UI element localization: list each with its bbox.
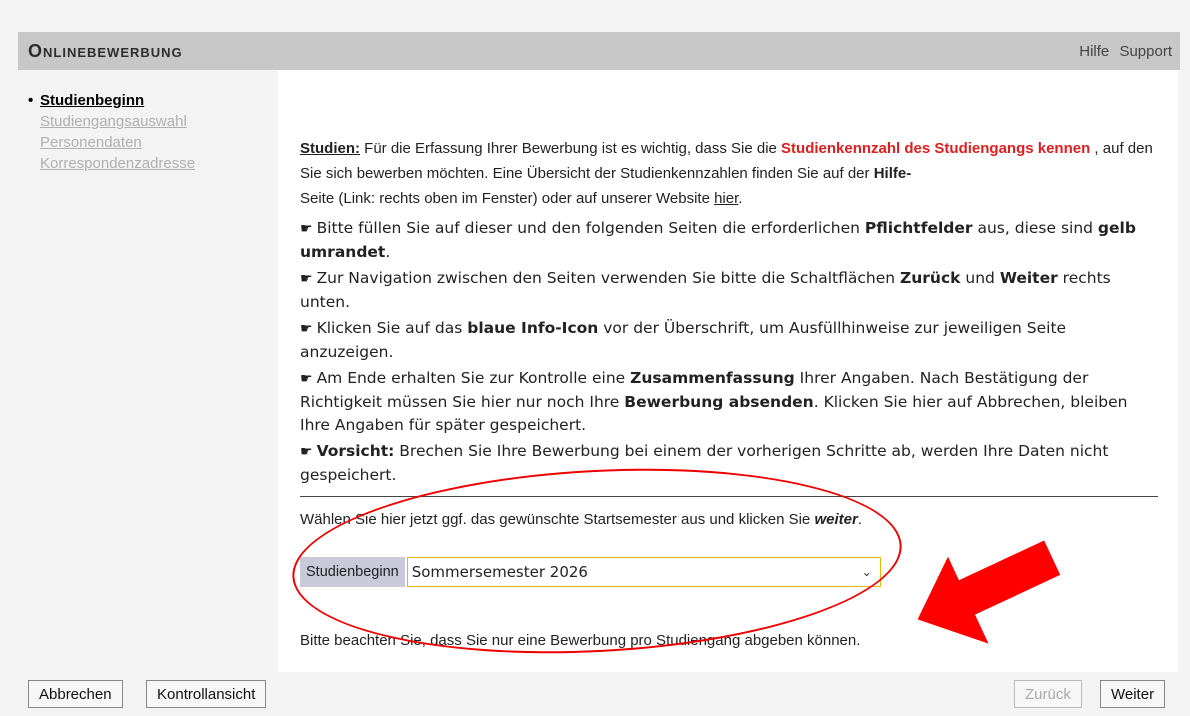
header-links: Hilfe Support (1073, 43, 1172, 60)
instruction-item: ☛ Zur Navigation zwischen den Seiten verw… (300, 269, 1111, 311)
website-link[interactable]: hier (714, 190, 738, 207)
back-button[interactable]: Zurück (1014, 680, 1082, 708)
pointing-hand-icon: ☛ (300, 271, 313, 287)
semester-label: Studienbeginn (300, 557, 405, 587)
application-note: Bitte beachten Sie, dass Sie nur eine Be… (300, 632, 861, 649)
pointing-hand-icon: ☛ (300, 321, 313, 337)
instruction-item: ☛ Am Ende erhalten Sie zur Kontrolle eine… (300, 369, 1128, 434)
semester-instruction: Wählen Sie hier jetzt ggf. das gewünscht… (300, 511, 862, 528)
intro-text-4: . (738, 190, 743, 207)
divider (300, 496, 1158, 497)
intro-lead: Studien: (300, 140, 360, 157)
intro-text-3: Seite (Link: rechts oben im Fenster) ode… (300, 190, 715, 207)
intro-text-1: Für die Erfassung Ihrer Bewerbung ist es… (360, 140, 782, 157)
review-button[interactable]: Kontrollansicht (146, 680, 267, 708)
instruction-list: ☛ Bitte füllen Sie auf dieser und den fol… (300, 217, 1156, 487)
semester-field: Studienbeginn Sommersemester 2026 ⌄ (300, 557, 881, 587)
intro-help-bold: Hilfe- (873, 165, 912, 182)
sidebar: Studienbeginn Studiengangsauswahl Person… (28, 90, 268, 174)
pointing-hand-icon: ☛ (300, 371, 313, 387)
pointing-hand-icon: ☛ (300, 221, 313, 237)
semester-select-value: Sommersemester 2026 (411, 563, 588, 581)
support-link[interactable]: Support (1119, 43, 1172, 60)
semester-select[interactable]: Sommersemester 2026 ⌄ (406, 557, 881, 587)
app-title: Onlinebewerbung (28, 41, 183, 61)
main-content: Studien: Für die Erfassung Ihrer Bewerbu… (278, 70, 1178, 672)
sidebar-item-studienbeginn[interactable]: Studienbeginn (28, 90, 268, 111)
chevron-down-icon: ⌄ (861, 565, 872, 579)
help-link[interactable]: Hilfe (1079, 43, 1109, 60)
sidebar-item-personendaten[interactable]: Personendaten (28, 132, 268, 153)
header-bar: Onlinebewerbung Hilfe Support (18, 32, 1180, 70)
intro-text: Studien: Für die Erfassung Ihrer Bewerbu… (300, 136, 1156, 211)
sidebar-item-korrespondenzadresse[interactable]: Korrespondenzadresse (28, 153, 268, 174)
instruction-item: ☛ Vorsicht: Brechen Sie Ihre Bewerbung be… (300, 442, 1109, 484)
pointing-hand-icon: ☛ (300, 444, 313, 460)
intro-highlight: Studienkennzahl des Studiengangs kennen (781, 140, 1091, 157)
cancel-button[interactable]: Abbrechen (28, 680, 123, 708)
instruction-item: ☛ Bitte füllen Sie auf dieser und den fol… (300, 219, 1136, 261)
instruction-item: ☛ Klicken Sie auf das blaue Info-Icon vor… (300, 319, 1067, 361)
next-button[interactable]: Weiter (1100, 680, 1166, 708)
sidebar-item-studiengangsauswahl[interactable]: Studiengangsauswahl (28, 111, 268, 132)
